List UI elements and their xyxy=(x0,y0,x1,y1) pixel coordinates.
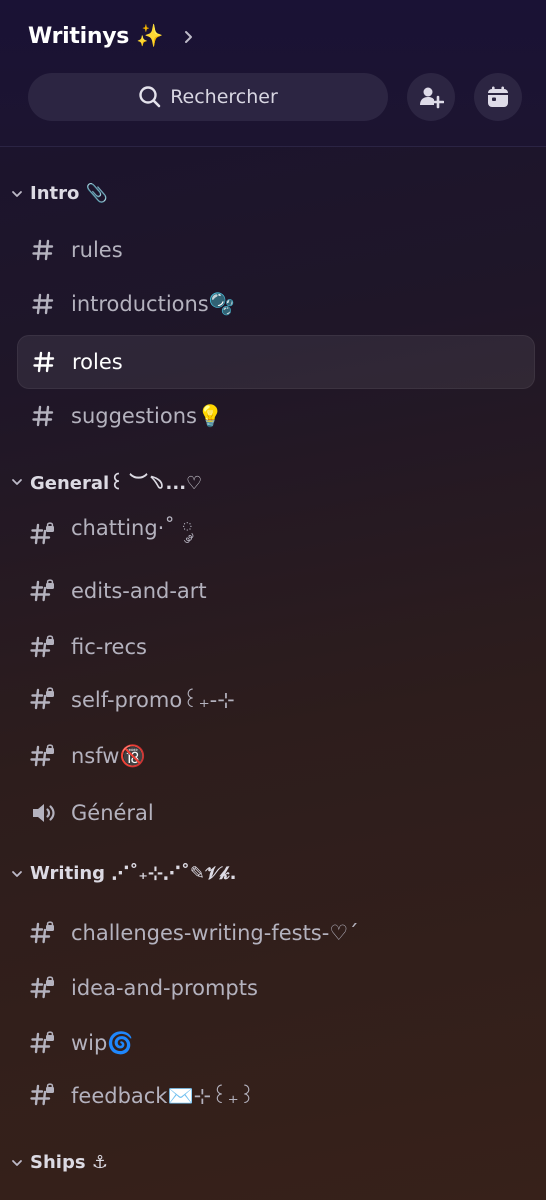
category-label: Intro 📎 xyxy=(30,183,109,204)
speaker-icon xyxy=(29,799,57,827)
locked-hash-icon xyxy=(29,1081,57,1109)
search-icon xyxy=(138,85,162,109)
locked-hash-icon xyxy=(29,974,57,1002)
invite-members-button[interactable] xyxy=(407,73,455,121)
category-label: General꒰ ︶﹆...♡ xyxy=(30,473,203,494)
locked-hash-icon xyxy=(29,742,57,770)
calendar-icon xyxy=(486,85,510,109)
channel-label: nsfw🔞 xyxy=(71,743,146,768)
locked-hash-icon xyxy=(29,919,57,947)
chevron-down-icon xyxy=(10,187,24,201)
search-button[interactable]: Rechercher xyxy=(28,73,388,121)
channel-rules[interactable]: rules xyxy=(17,224,533,276)
category-ships[interactable]: Ships ⚓ xyxy=(10,1152,108,1173)
channel-idea-and-prompts[interactable]: idea-and-prompts xyxy=(17,962,533,1014)
channel-label: challenges-writing-fests-♡´ xyxy=(71,921,359,945)
hash-icon xyxy=(29,290,57,318)
chevron-right-icon xyxy=(179,27,199,47)
channel-label: edits-and-art xyxy=(71,579,207,603)
hash-icon xyxy=(30,348,58,376)
add-user-icon xyxy=(418,84,444,110)
channel-challenges-writing-fests[interactable]: challenges-writing-fests-♡´ xyxy=(17,907,533,959)
channel-feedback[interactable]: feedback✉️⊹꒰₊꒱ xyxy=(17,1069,533,1121)
locked-hash-icon xyxy=(29,685,57,713)
channel-label: rules xyxy=(71,238,123,262)
server-title-button[interactable]: Writinys ✨ xyxy=(28,24,199,49)
search-label: Rechercher xyxy=(170,86,278,108)
chevron-down-icon xyxy=(10,1156,24,1170)
channel-suggestions[interactable]: suggestions💡 xyxy=(17,390,533,442)
channel-label: feedback✉️⊹꒰₊꒱ xyxy=(71,1084,256,1108)
locked-hash-icon xyxy=(29,1029,57,1057)
channel-introductions[interactable]: introductions🫧 xyxy=(17,278,533,330)
chevron-down-icon xyxy=(10,867,24,881)
locked-hash-icon xyxy=(29,577,57,605)
channel-wip[interactable]: wip🌀 xyxy=(17,1017,533,1069)
channel-roles[interactable]: roles xyxy=(17,335,535,389)
category-general[interactable]: General꒰ ︶﹆...♡ xyxy=(10,469,202,495)
channel-label: fic-recs xyxy=(71,635,147,659)
locked-hash-icon xyxy=(29,520,57,548)
chevron-down-icon xyxy=(10,475,24,489)
channel-label: self-promo꒰₊-⊹ xyxy=(71,688,235,712)
locked-hash-icon xyxy=(29,633,57,661)
channel-chatting[interactable]: chatting·˚ ༘ xyxy=(17,508,533,560)
channel-label: introductions🫧 xyxy=(71,291,235,316)
channel-general-voice[interactable]: Général xyxy=(17,787,533,839)
category-label: Writing ⋰˚₊⊹⋰˚✎𝒱𝓀. xyxy=(30,863,237,884)
channel-label: Général xyxy=(71,801,154,825)
hash-icon xyxy=(29,402,57,430)
channel-label: wip🌀 xyxy=(71,1030,134,1055)
channel-label: idea-and-prompts xyxy=(71,976,258,1000)
events-button[interactable] xyxy=(474,73,522,121)
channel-edits-and-art[interactable]: edits-and-art xyxy=(17,565,533,617)
category-label: Ships ⚓ xyxy=(30,1152,108,1173)
server-header: Writinys ✨ Rechercher xyxy=(0,0,546,147)
channel-nsfw[interactable]: nsfw🔞 xyxy=(17,730,533,782)
channel-fic-recs[interactable]: fic-recs xyxy=(17,621,533,673)
category-writing[interactable]: Writing ⋰˚₊⊹⋰˚✎𝒱𝓀. xyxy=(10,863,236,884)
category-intro[interactable]: Intro 📎 xyxy=(10,183,108,204)
channel-self-promo[interactable]: self-promo꒰₊-⊹ xyxy=(17,673,533,725)
channel-label: suggestions💡 xyxy=(71,403,224,428)
channel-label: roles xyxy=(72,350,123,374)
server-name: Writinys ✨ xyxy=(28,24,164,49)
hash-icon xyxy=(29,236,57,264)
channel-label: chatting·˚ ༘ xyxy=(71,515,194,540)
